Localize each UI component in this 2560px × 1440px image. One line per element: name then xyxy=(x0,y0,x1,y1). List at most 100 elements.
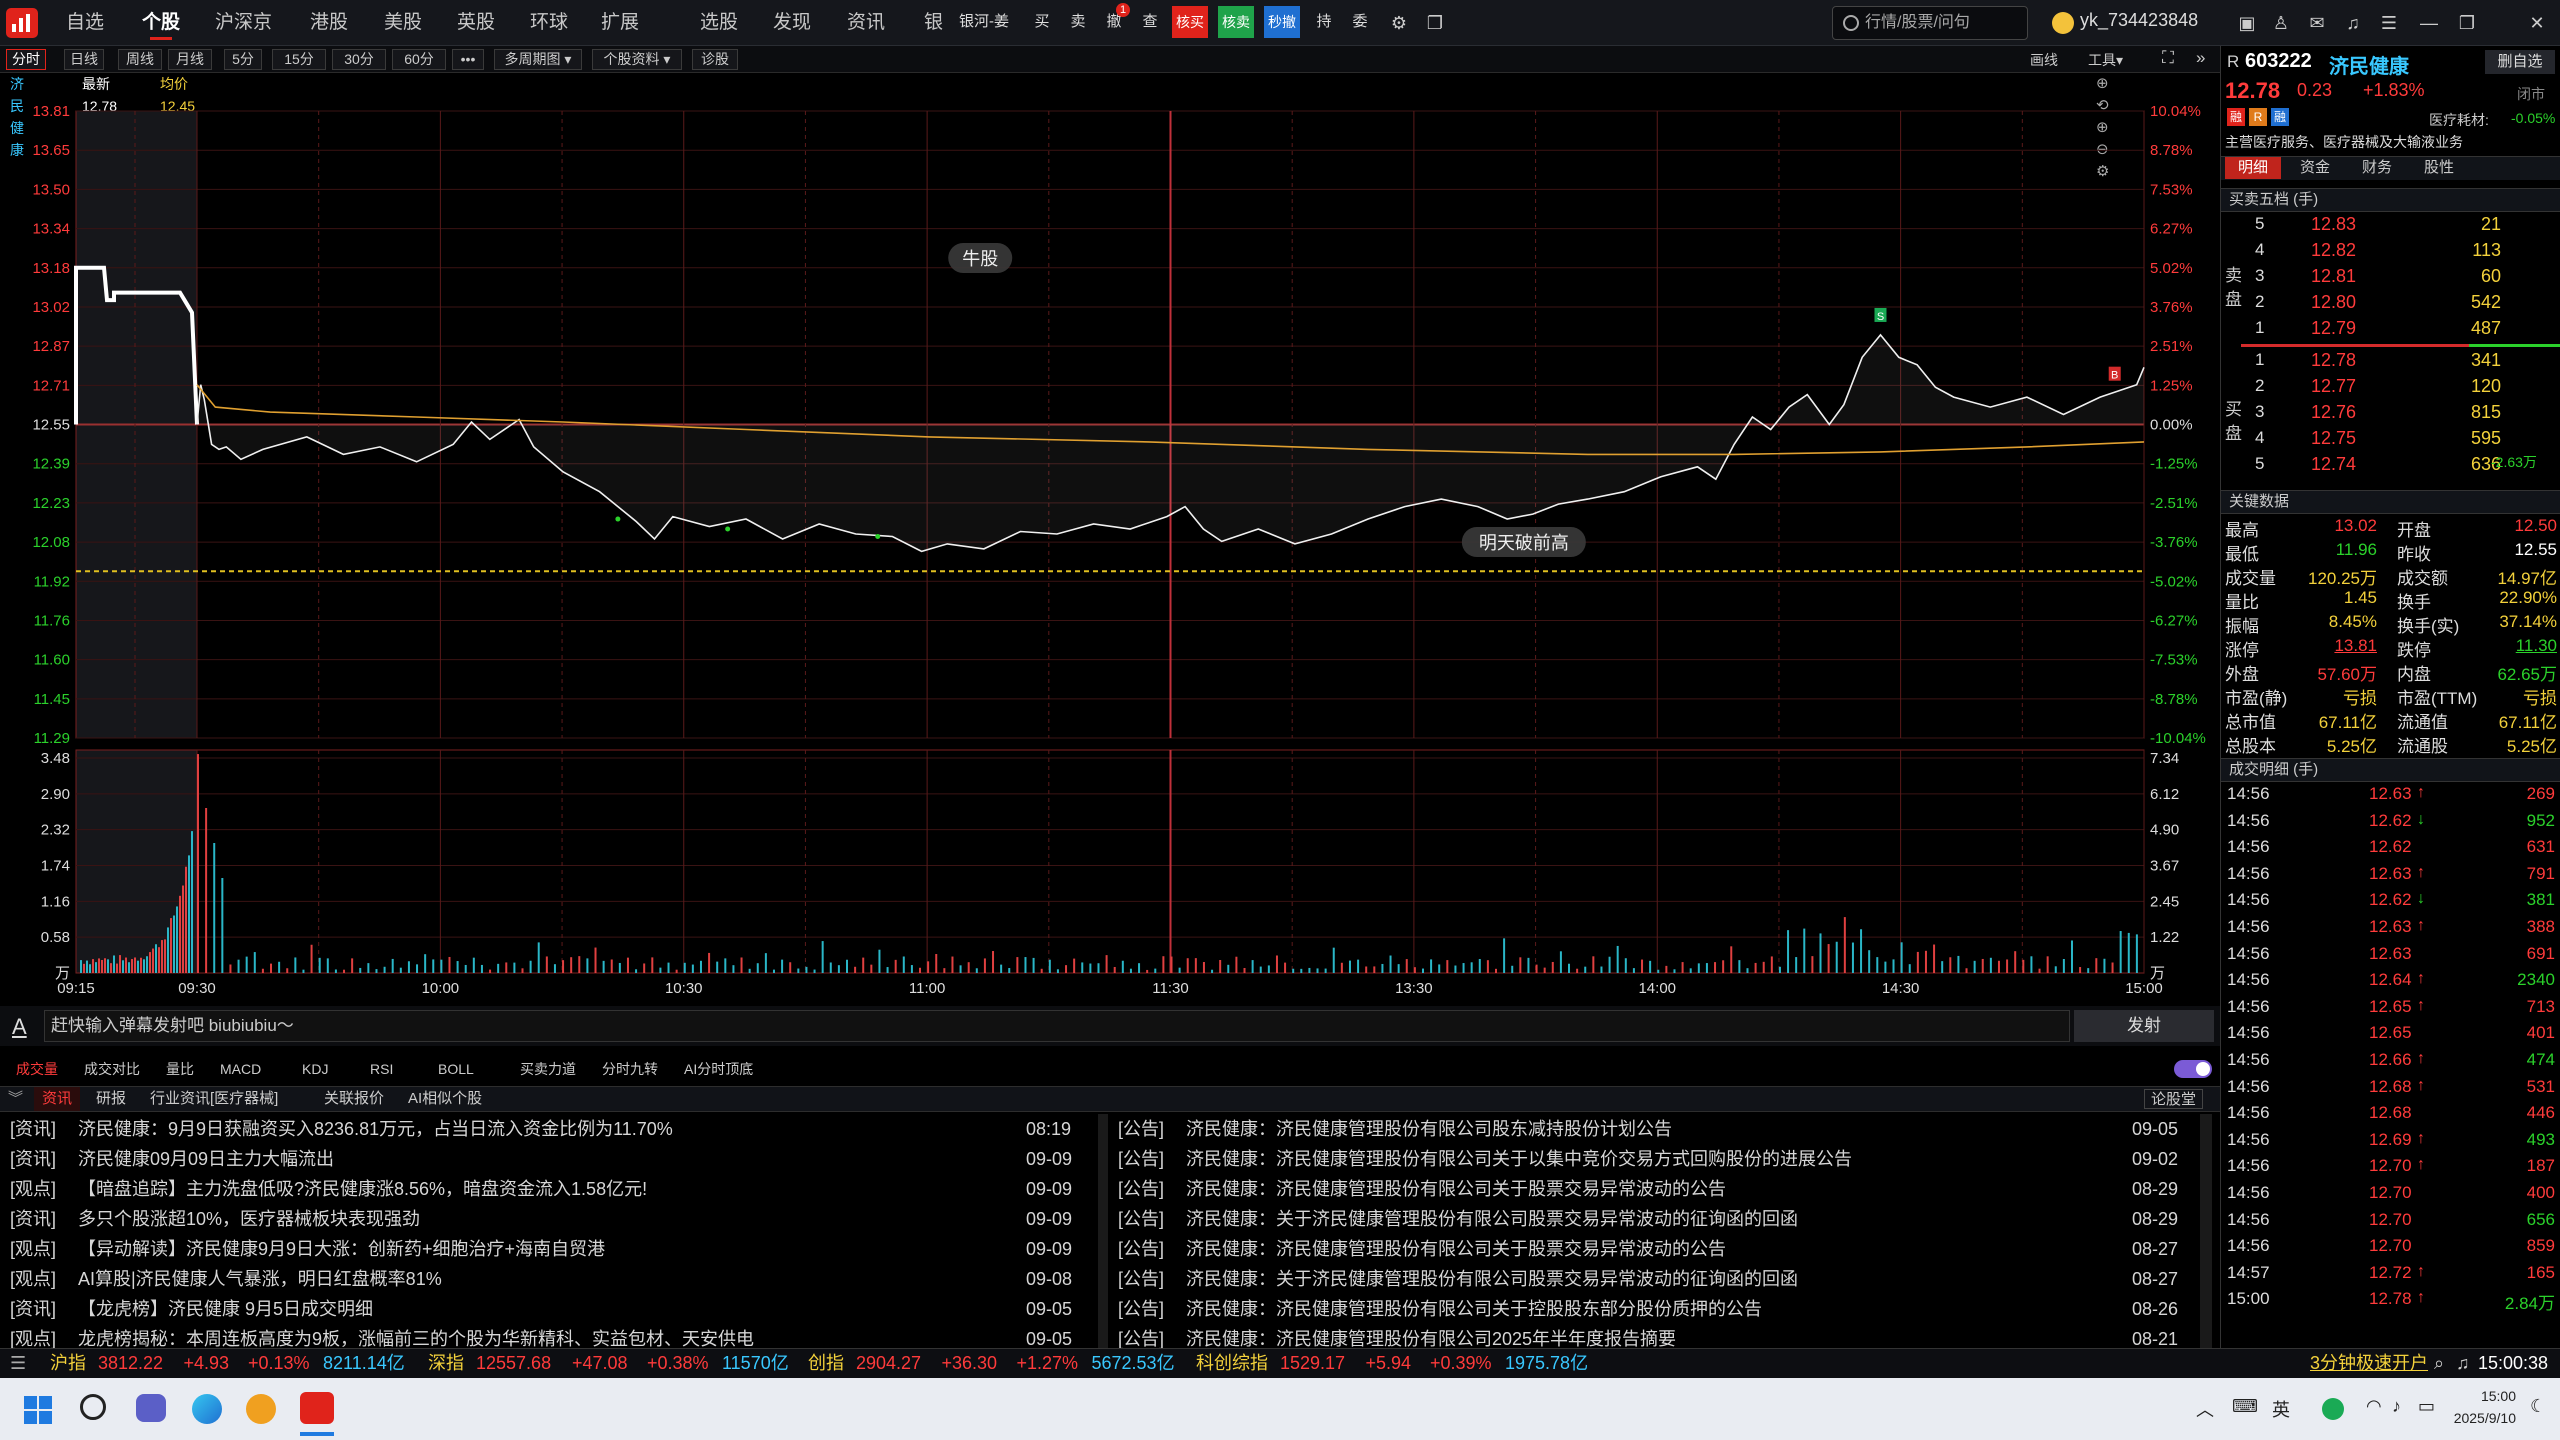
news-right-title[interactable]: 济民健康：济民健康管理股份有限公司关于以集中竞价交易方式回购股份的进展公告 xyxy=(1186,1144,2106,1174)
news-right-title[interactable]: 济民健康：济民健康管理股份有限公司关于股票交易异常波动的公告 xyxy=(1186,1174,2106,1204)
indicator-tab-0[interactable]: 成交量 xyxy=(16,1056,58,1082)
ask-price[interactable]: 12.80 xyxy=(2311,292,2356,313)
danmu-input[interactable]: 赶快输入弹幕发射吧 biubiubiu～ xyxy=(44,1010,2070,1042)
buy-button[interactable]: 买 xyxy=(1030,5,1054,39)
status-menu-icon[interactable]: ☰ xyxy=(10,1349,26,1377)
status-index-2-0[interactable]: 创指 xyxy=(808,1349,844,1377)
avatar[interactable] xyxy=(2052,12,2074,34)
period-10[interactable]: 个股资料 ▾ xyxy=(592,49,682,70)
restore-icon[interactable]: ❐ xyxy=(2456,12,2478,34)
bid-price[interactable]: 12.78 xyxy=(2311,350,2356,371)
period-6[interactable]: 30分 xyxy=(332,49,386,70)
bid-price[interactable]: 12.76 xyxy=(2311,402,2356,423)
indicator-tab-6[interactable]: BOLL xyxy=(438,1056,474,1082)
skin-icon[interactable]: ♙ xyxy=(2270,12,2292,34)
news-collapse-icon[interactable]: ︾ xyxy=(8,1087,23,1111)
danmu-send-button[interactable]: 发射 xyxy=(2074,1010,2214,1042)
news-left-title[interactable]: 多只个股涨超10%，医疗器械板块表现强劲 xyxy=(78,1204,1008,1234)
status-index-3-0[interactable]: 科创综指 xyxy=(1196,1349,1268,1377)
news-right-title[interactable]: 济民健康：济民健康管理股份有限公司2025年半年度报告摘要 xyxy=(1186,1324,2106,1348)
taskbar-search-icon[interactable] xyxy=(80,1394,106,1420)
period-1[interactable]: 日线 xyxy=(64,49,104,70)
indicator-tab-1[interactable]: 成交对比 xyxy=(84,1056,140,1082)
news-scrollbar-right[interactable] xyxy=(2200,1114,2212,1348)
indicator-tab-9[interactable]: AI分时顶底 xyxy=(684,1056,753,1082)
news-left-title[interactable]: 济民健康09月09日主力大幅流出 xyxy=(78,1144,1008,1174)
news-tab-2[interactable]: 行业资讯[医疗器械] xyxy=(142,1087,286,1111)
news-right-title[interactable]: 济民健康：济民健康管理股份有限公司股东减持股份计划公告 xyxy=(1186,1114,2106,1144)
news-tab-1[interactable]: 研报 xyxy=(88,1087,134,1111)
ask-price[interactable]: 12.81 xyxy=(2311,266,2356,287)
right-tab-2[interactable]: 财务 xyxy=(2349,157,2405,179)
period-4[interactable]: 5分 xyxy=(224,49,262,70)
nav-11[interactable]: 银行 xyxy=(924,0,948,46)
news-left-title[interactable]: AI算股|济民健康人气暴涨，明日红盘概率81% xyxy=(78,1264,1008,1294)
period-7[interactable]: 60分 xyxy=(392,49,446,70)
window-icon[interactable]: ❐ xyxy=(1424,12,1446,34)
flash-cancel-button[interactable]: 秒撤 xyxy=(1264,6,1300,38)
close-icon[interactable]: ✕ xyxy=(2526,12,2548,34)
nav-6[interactable]: 环球 xyxy=(530,0,568,46)
nav-0[interactable]: 自选 xyxy=(66,0,104,46)
right-tab-0[interactable]: 明细 xyxy=(2225,157,2281,179)
keyboard-icon[interactable]: ⌨ xyxy=(2232,1396,2258,1417)
reverse-sell-button[interactable]: 核卖 xyxy=(1218,6,1254,38)
wifi-icon[interactable]: ◠ xyxy=(2366,1396,2382,1417)
nav-7[interactable]: 扩展 xyxy=(601,0,639,46)
news-left-title[interactable]: 龙虎榜揭秘：本周连板高度为9板，涨幅前三的个股为华新精科、实益包材、天安供电 xyxy=(78,1324,1008,1348)
fullscreen-icon[interactable]: ⛶ xyxy=(2162,48,2174,68)
right-tab-3[interactable]: 股性 xyxy=(2411,157,2467,179)
holdings-button[interactable]: 持 xyxy=(1312,5,1336,39)
search-input[interactable]: 行情/股票/问句 xyxy=(1832,6,2028,40)
period-8[interactable]: ••• xyxy=(452,49,484,70)
period-11[interactable]: 诊股 xyxy=(692,49,738,70)
collapse-icon[interactable]: » xyxy=(2196,48,2205,68)
nav-10[interactable]: 资讯 xyxy=(847,0,885,46)
ask-price[interactable]: 12.83 xyxy=(2311,214,2356,235)
ime-indicator[interactable]: 英 xyxy=(2272,1396,2290,1422)
wechat-tray-icon[interactable] xyxy=(2322,1398,2344,1420)
draw-line-button[interactable]: 画线 xyxy=(2030,50,2058,70)
news-right-title[interactable]: 济民健康：济民健康管理股份有限公司关于股票交易异常波动的公告 xyxy=(1186,1234,2106,1264)
notification-icon[interactable]: ☾ xyxy=(2530,1396,2546,1417)
indicator-tab-4[interactable]: KDJ xyxy=(302,1056,328,1082)
indicator-tab-8[interactable]: 分时九转 xyxy=(602,1056,658,1082)
bid-price[interactable]: 12.77 xyxy=(2311,376,2356,397)
news-left-title[interactable]: 济民健康：9月9日获融资买入8236.81万元，占当日流入资金比例为11.70% xyxy=(78,1114,1008,1144)
news-tab-0[interactable]: 资讯 xyxy=(34,1087,81,1111)
nav-5[interactable]: 英股 xyxy=(457,0,495,46)
username[interactable]: yk_734423848 xyxy=(2080,10,2198,31)
ask-price[interactable]: 12.79 xyxy=(2311,318,2356,339)
nav-9[interactable]: 发现 xyxy=(773,0,811,46)
status-index-0-0[interactable]: 沪指 xyxy=(50,1349,86,1377)
period-2[interactable]: 周线 xyxy=(118,49,162,70)
period-5[interactable]: 15分 xyxy=(272,49,326,70)
ask-price[interactable]: 12.82 xyxy=(2311,240,2356,261)
sell-button[interactable]: 卖 xyxy=(1066,5,1090,39)
status-search-icon[interactable]: ⌕ xyxy=(2434,1349,2444,1377)
reverse-buy-button[interactable]: 核买 xyxy=(1172,6,1208,38)
news-right-title[interactable]: 济民健康：济民健康管理股份有限公司关于控股股东部分股份质押的公告 xyxy=(1186,1294,2106,1324)
message-icon[interactable]: ▣ xyxy=(2236,12,2258,34)
broker-account[interactable]: 银河-姜 xyxy=(956,5,1012,39)
sector-name[interactable]: 医疗耗材: xyxy=(2429,110,2489,130)
news-scrollbar[interactable] xyxy=(1098,1114,1108,1348)
query-button[interactable]: 查 xyxy=(1138,5,1162,39)
period-3[interactable]: 月线 xyxy=(168,49,212,70)
period-9[interactable]: 多周期图 ▾ xyxy=(494,49,582,70)
news-left-title[interactable]: 【暗盘追踪】主力洗盘低吸?济民健康涨8.56%，暗盘资金流入1.58亿元! xyxy=(78,1174,1008,1204)
news-left-title[interactable]: 【异动解读】济民健康9月9日大涨：创新药+细胞治疗+海南自贸港 xyxy=(78,1234,1008,1264)
indicator-toggle[interactable] xyxy=(2174,1060,2212,1078)
battery-icon[interactable]: ▭ xyxy=(2418,1396,2435,1417)
indicator-tab-7[interactable]: 买卖力道 xyxy=(520,1056,576,1082)
stock-forum-button[interactable]: 论股堂 xyxy=(2144,1089,2204,1109)
open-account-link[interactable]: 3分钟极速开户 xyxy=(2310,1349,2428,1377)
danmu-icon[interactable]: A xyxy=(12,1014,27,1040)
news-left-title[interactable]: 【龙虎榜】济民健康 9月5日成交明细 xyxy=(78,1294,1008,1324)
bid-price[interactable]: 12.74 xyxy=(2311,454,2356,475)
right-tab-1[interactable]: 资金 xyxy=(2287,157,2343,179)
news-right-title[interactable]: 济民健康：关于济民健康管理股份有限公司股票交易异常波动的征询函的回函 xyxy=(1186,1204,2106,1234)
settings-gear-icon[interactable]: ⚙ xyxy=(1388,12,1410,34)
status-index-1-0[interactable]: 深指 xyxy=(428,1349,464,1377)
status-bell-icon[interactable]: ♫ xyxy=(2456,1349,2470,1377)
